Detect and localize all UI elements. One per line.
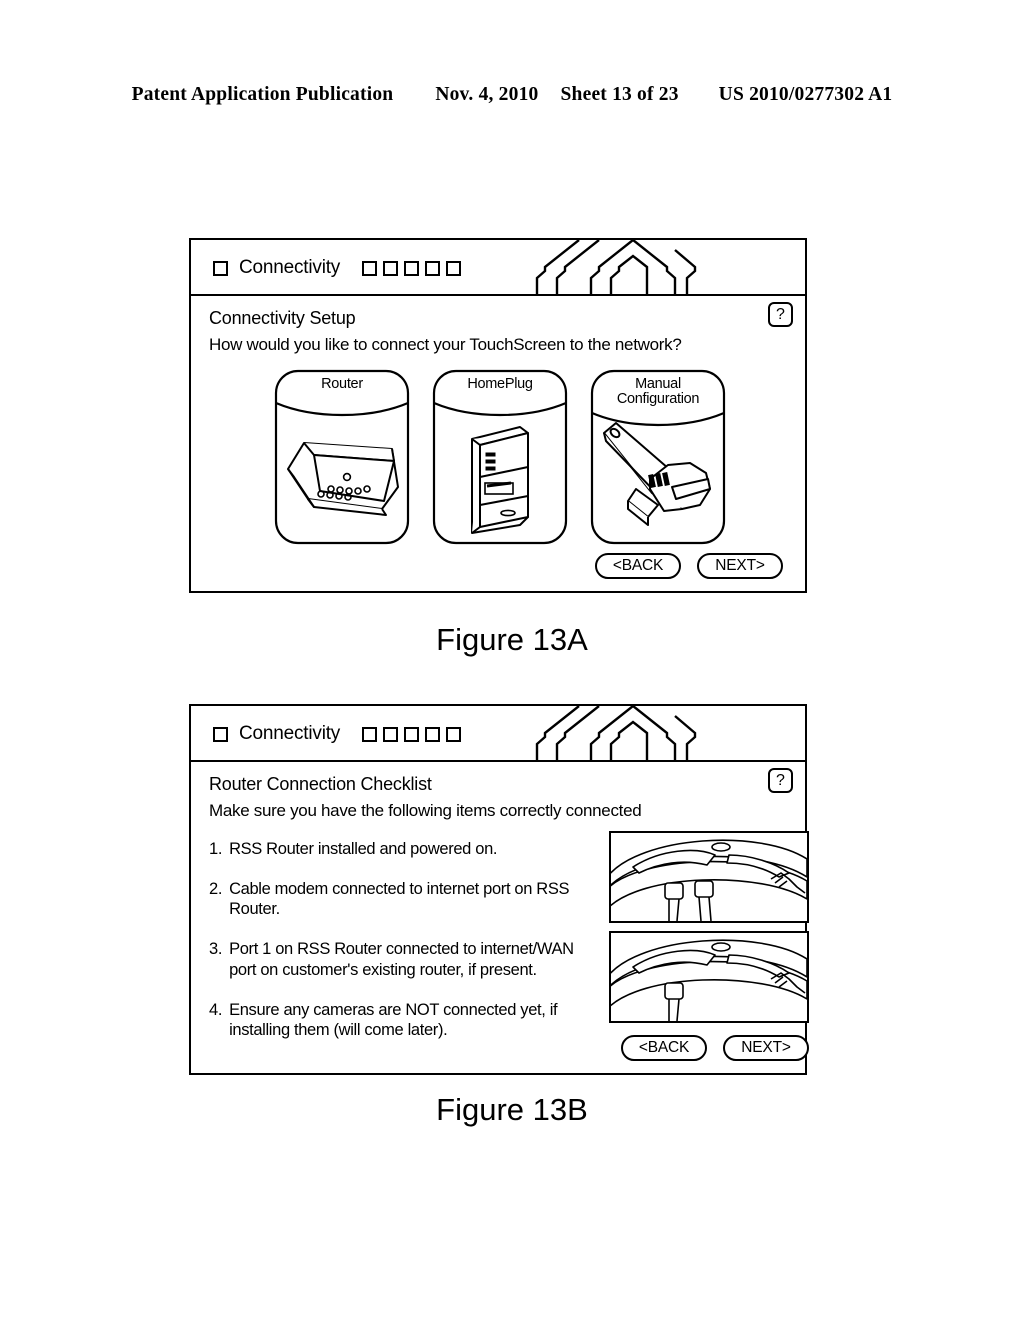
router-rear-one-cable-photo-icon <box>609 931 809 1023</box>
checkbox-empty-icon[interactable] <box>213 260 228 276</box>
titlebar-label-13a: Connectivity <box>239 257 341 278</box>
titlebar-13b: Connectivity <box>191 706 805 762</box>
option-card-router[interactable]: Router <box>274 369 410 545</box>
list-item-text: Ensure any cameras are NOT connected yet… <box>229 1000 558 1039</box>
option-label-router: Router <box>321 376 363 392</box>
titlebar-13a: Connectivity <box>191 240 805 296</box>
option-label-manual-configuration: Manual Configuration <box>616 376 700 408</box>
next-button-13b[interactable]: NEXT> <box>723 1035 809 1061</box>
panel-title-13b: Router Connection Checklist <box>209 774 432 794</box>
screen-body-13b: ? Router Connection Checklist Make sure … <box>191 762 809 1073</box>
list-item-text: RSS Router installed and powered on. <box>229 840 498 858</box>
checkbox-empty-icon[interactable] <box>213 726 228 742</box>
back-button-13b[interactable]: <BACK <box>621 1035 707 1061</box>
house-chevron-logo-icon <box>535 706 697 760</box>
step-indicator-13a <box>362 260 462 276</box>
router-rear-two-cables-photo-icon <box>609 831 809 923</box>
touchscreen-frame-13b: Connectivity ? Router Connection Checkli… <box>189 704 809 1075</box>
step-box-3-icon[interactable] <box>404 726 420 742</box>
list-item-number: 3. <box>209 940 223 959</box>
step-box-2-icon[interactable] <box>383 726 399 742</box>
list-item-number: 4. <box>209 1000 223 1019</box>
patent-header-sheet: Sheet 13 of 23 <box>560 84 679 105</box>
figure-caption-13a: Figure 13A <box>436 622 588 657</box>
help-button-13b[interactable]: ? <box>768 768 793 793</box>
router-checklist: 1. RSS Router installed and powered on. … <box>209 839 597 1040</box>
step-box-4-icon[interactable] <box>425 260 441 276</box>
list-item: 3. Port 1 on RSS Router connected to int… <box>209 939 597 979</box>
list-item: 2. Cable modem connected to internet por… <box>209 879 597 919</box>
step-box-4-icon[interactable] <box>425 726 441 742</box>
house-chevron-logo-icon <box>535 240 697 294</box>
help-button-13a[interactable]: ? <box>768 302 793 327</box>
figure-13a: Connectivity ? Connectivity Setup How wo… <box>189 238 807 593</box>
checklist-column: 1. RSS Router installed and powered on. … <box>209 825 597 1061</box>
panel-subtitle-13a: How would you like to connect your Touch… <box>209 335 682 354</box>
step-box-1-icon[interactable] <box>362 260 378 276</box>
back-button-13a[interactable]: <BACK <box>595 553 681 579</box>
step-box-5-icon[interactable] <box>446 260 462 276</box>
router-rear-one-cable-drawing <box>611 939 807 1021</box>
step-box-1-icon[interactable] <box>362 726 378 742</box>
reference-photos-column: <BACK NEXT> <box>609 825 809 1061</box>
list-item-text: Cable modem connected to internet port o… <box>229 880 570 919</box>
titlebar-left-group-13a: Connectivity <box>213 240 462 294</box>
wrench-icon <box>603 422 711 526</box>
screen-body-13a: ? Connectivity Setup How would you like … <box>191 296 805 591</box>
nav-buttons-13b: <BACK NEXT> <box>609 1035 809 1061</box>
figure-13b: Connectivity ? Router Connection Checkli… <box>189 704 809 1075</box>
step-indicator-13b <box>362 726 462 742</box>
list-item: 4. Ensure any cameras are NOT connected … <box>209 1000 597 1040</box>
option-label-homeplug: HomePlug <box>467 376 533 392</box>
help-icon: ? <box>776 771 785 789</box>
nav-buttons-13a: <BACK NEXT> <box>209 553 791 579</box>
panel-subtitle-13b: Make sure you have the following items c… <box>209 801 642 820</box>
touchscreen-frame-13a: Connectivity ? Connectivity Setup How wo… <box>189 238 807 593</box>
list-item-number: 1. <box>209 840 223 858</box>
router-rear-two-cables-drawing <box>611 839 807 921</box>
checklist-columns: 1. RSS Router installed and powered on. … <box>209 825 809 1061</box>
step-box-5-icon[interactable] <box>446 726 462 742</box>
patent-header: Patent Application Publication Nov. 4, 2… <box>0 84 1024 106</box>
option-card-manual-configuration[interactable]: Manual Configuration <box>590 369 726 545</box>
figure-caption-13b: Figure 13B <box>436 1092 588 1127</box>
step-box-2-icon[interactable] <box>383 260 399 276</box>
connection-options-list: Router HomePlug Manual Configuration <box>209 369 791 545</box>
list-item: 1. RSS Router installed and powered on. <box>209 839 597 859</box>
list-item-number: 2. <box>209 880 223 899</box>
next-button-13a[interactable]: NEXT> <box>697 553 783 579</box>
router-device-icon <box>287 442 399 516</box>
titlebar-left-group-13b: Connectivity <box>213 706 462 760</box>
step-box-3-icon[interactable] <box>404 260 420 276</box>
panel-title-13a: Connectivity Setup <box>209 308 356 328</box>
help-icon: ? <box>776 305 785 323</box>
option-card-homeplug[interactable]: HomePlug <box>432 369 568 545</box>
homeplug-adapter-icon <box>471 426 529 534</box>
list-item-text: Port 1 on RSS Router connected to intern… <box>229 940 574 979</box>
patent-header-date: Nov. 4, 2010 <box>435 84 539 105</box>
patent-header-publication: Patent Application Publication <box>131 84 394 105</box>
titlebar-label-13b: Connectivity <box>239 723 341 744</box>
patent-header-number: US 2010/0277302 A1 <box>718 84 893 105</box>
